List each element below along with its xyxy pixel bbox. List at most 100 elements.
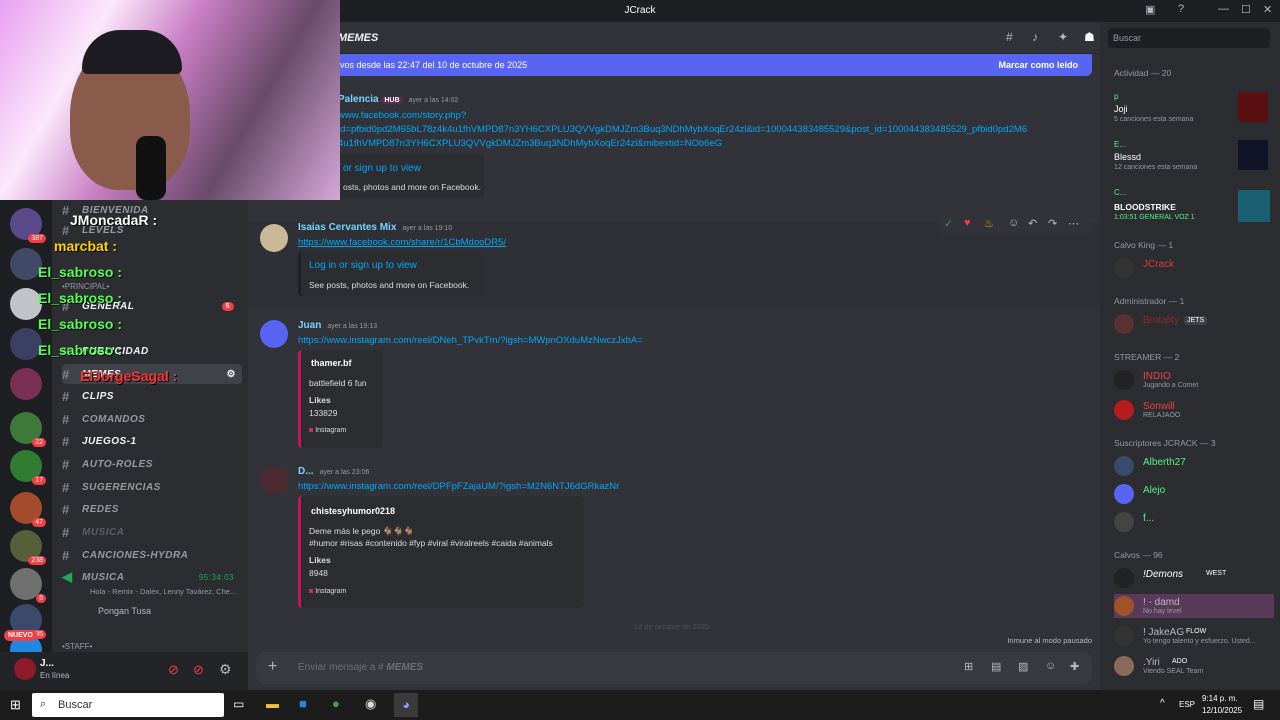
- channel-canciones-hydra[interactable]: # CANCIONES-HYDRA: [62, 545, 242, 565]
- message-link[interactable]: 4u1fhVMPD87n3YH6CXPLU3QVVgkDMJZm3Buq3NDh…: [338, 138, 722, 149]
- language-indicator[interactable]: ESP: [1179, 700, 1195, 709]
- member-row[interactable]: ! - damd No hay level: [1114, 594, 1274, 618]
- settings-gear-icon[interactable]: ⚙: [219, 661, 232, 678]
- clock-time[interactable]: 9:14 p. m.: [1202, 694, 1238, 703]
- embed-title[interactable]: Log in or sign up to view: [309, 260, 417, 271]
- notifications-icon[interactable]: ▤: [1253, 697, 1264, 711]
- activity-card[interactable]: C... BLOODSTRIKE 1:03:51 GENERAL VOZ 1: [1114, 188, 1274, 222]
- member-row[interactable]: ! JakeAG FLOW Yo tengo talento y esfuerzo.…: [1114, 624, 1274, 648]
- hash-icon: #: [62, 479, 70, 495]
- windows-start-icon[interactable]: ⊞: [10, 697, 21, 713]
- hash-icon: #: [62, 501, 70, 517]
- clock-date[interactable]: 12/10/2025: [1202, 706, 1242, 715]
- member-row[interactable]: .Yiri ADO Viendo SEAL Team: [1114, 654, 1274, 678]
- chat-area: MEMES # ♪ ✦ ☗ vos desde las 22:47 del 10…: [248, 22, 1100, 690]
- activity-card[interactable]: p Joji 5 canciones esta semana: [1114, 92, 1274, 123]
- discord-taskbar-icon[interactable]: ◕: [394, 693, 418, 717]
- chat-user: El_sabroso :: [38, 342, 123, 358]
- channel-comandos[interactable]: # COMANDOS: [62, 409, 242, 429]
- server-icon[interactable]: 238: [10, 530, 46, 565]
- gear-icon[interactable]: ⚙: [227, 369, 236, 380]
- close-button[interactable]: ✕: [1263, 3, 1272, 16]
- file-explorer-icon[interactable]: ▬: [266, 696, 279, 711]
- bell-icon[interactable]: ♪: [1032, 30, 1038, 44]
- message-author[interactable]: D... ayer a las 23:06: [298, 466, 369, 477]
- message-link[interactable]: https://www.instagram.com/reel/DPFpFZaja…: [298, 481, 619, 492]
- member-row[interactable]: Alberth27: [1114, 454, 1274, 478]
- voice-channel-musica[interactable]: ◀ MUSICA 95:34:03: [62, 567, 242, 587]
- message-link[interactable]: www.facebook.com/story.php?: [338, 110, 466, 121]
- maximize-button[interactable]: ☐: [1241, 3, 1251, 16]
- inbox-icon[interactable]: ▣: [1145, 3, 1155, 16]
- member-row[interactable]: Sonwill RELAJAOO: [1114, 398, 1274, 422]
- activity-card[interactable]: E... Blessd 12 canciones esta semana: [1114, 140, 1274, 171]
- sticker-icon[interactable]: ▧: [1018, 660, 1028, 673]
- member-row[interactable]: !Demons WEST: [1114, 566, 1274, 590]
- embed-title[interactable]: or sign up to view: [343, 163, 421, 174]
- avatar[interactable]: [260, 320, 288, 348]
- member-row[interactable]: Brutality JETS: [1114, 312, 1274, 336]
- channel-auto-roles[interactable]: # AUTO-ROLES: [62, 454, 242, 474]
- server-icon[interactable]: 5: [10, 568, 46, 603]
- channel-clips[interactable]: # CLIPS: [62, 386, 242, 406]
- gif-icon[interactable]: ▤: [991, 660, 1001, 673]
- message-link[interactable]: id=pfbid0pd2M65bL78z4k4u1fhVMPD87n3YH6CX…: [338, 124, 1027, 135]
- task-view-icon[interactable]: ▭: [233, 697, 244, 711]
- hash-icon: #: [62, 411, 70, 427]
- help-icon[interactable]: ?: [1178, 3, 1184, 15]
- add-reaction-icon[interactable]: ☺: [1008, 217, 1019, 229]
- minimize-button[interactable]: —: [1218, 3, 1229, 15]
- check-reaction-icon[interactable]: ✓: [944, 217, 953, 230]
- avatar[interactable]: [260, 224, 288, 252]
- threads-icon[interactable]: #: [1006, 30, 1013, 44]
- message-input[interactable]: Enviar mensaje a # MEMES: [298, 662, 423, 673]
- pin-icon[interactable]: ✦: [1058, 30, 1068, 44]
- channel-redes[interactable]: # REDES: [62, 499, 242, 519]
- taskbar-search[interactable]: ⌕ Buscar: [32, 693, 224, 717]
- server-icon[interactable]: [10, 368, 42, 400]
- message-link[interactable]: https://www.facebook.com/share/r/1CbMdoo…: [298, 237, 506, 248]
- chrome-icon[interactable]: ●: [332, 696, 340, 711]
- server-icon[interactable]: 47: [10, 492, 46, 527]
- member-row[interactable]: JCrack: [1114, 256, 1274, 280]
- obs-icon[interactable]: ◉: [365, 696, 376, 712]
- mark-read-button[interactable]: Marcar como leído: [998, 60, 1078, 70]
- hash-icon: #: [62, 388, 70, 404]
- avatar[interactable]: [260, 466, 288, 494]
- server-icon[interactable]: 22: [10, 412, 46, 447]
- message-author[interactable]: Juan ayer a las 19:13: [298, 320, 377, 331]
- search-input[interactable]: Buscar: [1108, 28, 1270, 48]
- message-author[interactable]: Isaias Cervantes Mix ayer a las 19:10: [298, 222, 452, 233]
- activity-header[interactable]: Actividad — 20: [1114, 68, 1171, 78]
- new-messages-banner[interactable]: vos desde las 22:47 del 10 de octubre de…: [334, 54, 1092, 76]
- attach-plus-icon[interactable]: +: [268, 658, 277, 676]
- message-author[interactable]: Palencia HUB ayer a las 14:02: [338, 94, 458, 105]
- channel-juegos[interactable]: # JUEGOS-1: [62, 431, 242, 451]
- more-icon[interactable]: ⋯: [1068, 217, 1079, 230]
- emoji-icon[interactable]: ☺: [1045, 660, 1056, 672]
- category-staff[interactable]: •STAFF•: [62, 642, 92, 651]
- mic-muted-icon[interactable]: ⊘: [168, 662, 179, 678]
- fire-reaction-icon[interactable]: ♨: [984, 217, 994, 230]
- avatar[interactable]: [14, 658, 36, 680]
- embed-account[interactable]: chistesyhumor0218: [311, 506, 395, 516]
- server-icon[interactable]: 387: [10, 208, 46, 243]
- apps-icon[interactable]: ✚: [1070, 660, 1079, 673]
- server-icon[interactable]: 17: [10, 450, 46, 485]
- outlook-icon[interactable]: ■: [299, 696, 307, 711]
- member-row[interactable]: Alejo: [1114, 482, 1274, 506]
- channel-musica-text[interactable]: # MUSICA: [62, 522, 242, 542]
- member-row[interactable]: INDIO Jugando a Comet: [1114, 368, 1274, 392]
- members-icon[interactable]: ☗: [1084, 30, 1095, 44]
- voice-user[interactable]: Pongan Tusa: [98, 606, 151, 616]
- heart-reaction-icon[interactable]: ♥: [964, 217, 971, 229]
- gift-icon[interactable]: ⊞: [964, 660, 973, 673]
- tray-chevron-icon[interactable]: ^: [1160, 698, 1165, 709]
- channel-sugerencias[interactable]: # SUGERENCIAS: [62, 477, 242, 497]
- message-link[interactable]: https://www.instagram.com/reel/DNeh_TPvk…: [298, 335, 643, 346]
- reply-icon[interactable]: ↶: [1028, 217, 1037, 230]
- member-row[interactable]: f...: [1114, 510, 1274, 534]
- embed-account[interactable]: thamer.bf: [311, 358, 352, 368]
- forward-icon[interactable]: ↷: [1048, 217, 1057, 230]
- deafen-icon[interactable]: ⊘: [193, 662, 204, 678]
